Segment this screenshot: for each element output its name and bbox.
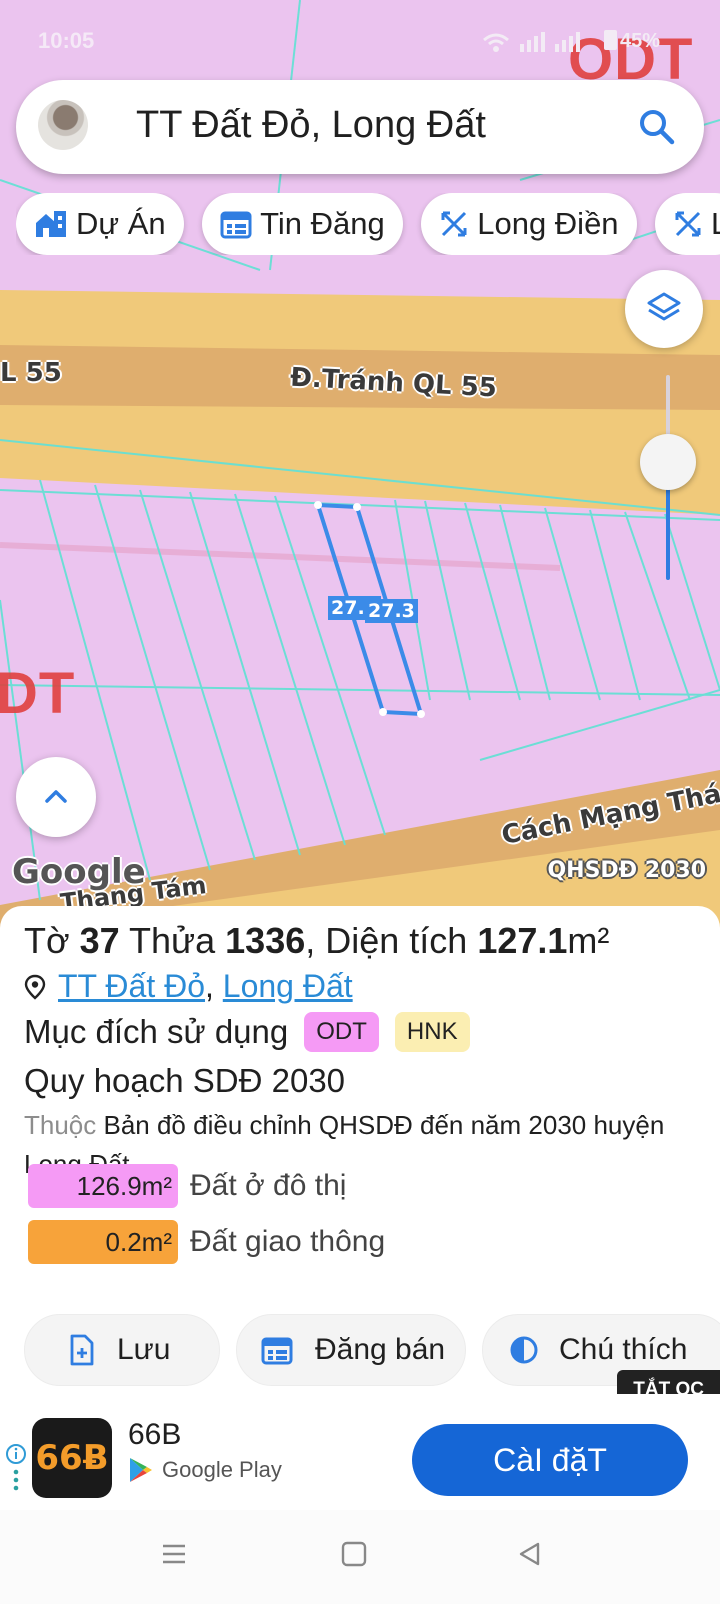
plan-title: Quy hoạch SDĐ 2030 <box>24 1062 346 1099</box>
land-use-purpose: Mục đích sử dụng ODT HNK <box>24 1010 470 1054</box>
action-buttons: Lưu Đăng bán Chú thích <box>0 1314 720 1386</box>
chip-label: L <box>711 206 720 241</box>
search-icon[interactable] <box>636 106 678 148</box>
zoom-slider-knob[interactable] <box>640 434 696 490</box>
ad-store: Google Play <box>128 1456 282 1484</box>
layers-icon <box>647 292 681 321</box>
ruler-cross-icon <box>675 211 701 237</box>
legend-label: Chú thích <box>559 1333 688 1366</box>
location-town-link[interactable]: TT Đất Đỏ <box>58 968 205 1004</box>
badge-hnk: HNK <box>394 1012 470 1052</box>
chip-long-dien[interactable]: Long Điền <box>421 193 637 255</box>
search-bar[interactable]: TT Đất Đỏ, Long Đất <box>16 80 704 174</box>
parcel-title: Tờ 37 Thửa 1336, Diện tích 127.1m² <box>24 920 609 962</box>
area-value-urban: 126.9m² <box>28 1164 178 1208</box>
parcel-location: TT Đất Đỏ, Long Đất <box>24 968 353 1005</box>
ad-banner[interactable]: 66Ƀ 66B Google Play CàI đặT <box>0 1394 720 1510</box>
chip-label: Long Điền <box>477 206 619 241</box>
system-nav-bar <box>0 1510 720 1604</box>
status-bar: 10:05 45% <box>0 0 720 80</box>
post-sale-button[interactable]: Đăng bán <box>236 1314 466 1386</box>
avatar[interactable] <box>38 100 88 150</box>
ad-info-icon[interactable] <box>6 1442 26 1498</box>
location-pin-icon <box>24 974 46 1000</box>
ad-app-name: 66B <box>128 1418 182 1451</box>
title-prefix: Tờ <box>24 920 80 961</box>
ruler-cross-icon <box>441 211 467 237</box>
ad-app-icon[interactable]: 66Ƀ <box>32 1418 112 1498</box>
area-value-traffic: 0.2m² <box>28 1220 178 1264</box>
ad-store-label: Google Play <box>162 1457 282 1482</box>
save-label: Lưu <box>117 1333 171 1366</box>
location-district-link[interactable]: Long Đất <box>223 968 353 1004</box>
post-sale-label: Đăng bán <box>315 1333 446 1366</box>
google-attribution: Google <box>12 852 146 892</box>
area-label: , Diện tích <box>305 920 478 961</box>
area-label-traffic: Đất giao thông <box>190 1225 386 1258</box>
home-icon[interactable] <box>340 1540 368 1568</box>
location-separator: , <box>205 968 223 1004</box>
install-button[interactable]: CàI đặT <box>412 1424 688 1496</box>
layers-button[interactable] <box>625 270 703 348</box>
google-play-icon <box>130 1458 152 1482</box>
area-unit: m² <box>567 920 610 961</box>
chip-du-an[interactable]: Dự Án <box>16 193 184 255</box>
purpose-label: Mục đích sử dụng <box>24 1013 289 1050</box>
badge-odt: ODT <box>304 1012 379 1052</box>
road-label-ql55: L 55 <box>0 358 62 388</box>
chip-tin-dang[interactable]: Tin Đăng <box>202 193 403 255</box>
parcel-number: 1336 <box>225 920 306 961</box>
battery-level: 45% <box>619 30 660 52</box>
chevron-up-icon <box>45 790 67 803</box>
expand-sheet-button[interactable] <box>16 757 96 837</box>
dimension-label-right: 27.3 <box>365 599 418 623</box>
parcel-info-sheet: Tờ 37 Thửa 1336, Diện tích 127.1m² TT Đấ… <box>0 906 720 1394</box>
chip-label: Dự Án <box>76 206 166 241</box>
save-button[interactable]: Lưu <box>24 1314 220 1386</box>
filter-chips: Dự Án Tin Đăng Long Điền L <box>16 193 720 255</box>
calendar-listing-icon <box>261 1337 293 1365</box>
title-mid: Thửa <box>119 920 226 961</box>
desc-prefix: Thuộc <box>24 1110 97 1140</box>
chip-partial[interactable]: L <box>655 193 720 255</box>
contrast-icon <box>510 1336 538 1364</box>
area-row-traffic: 0.2m² Đất giao thông <box>28 1220 385 1264</box>
back-icon[interactable] <box>516 1540 544 1568</box>
home-building-icon <box>36 211 66 237</box>
zone-label-dt: DT <box>0 661 76 726</box>
save-file-icon <box>70 1334 94 1366</box>
sheet-number: 37 <box>79 920 120 961</box>
menu-icon[interactable] <box>160 1540 188 1568</box>
area-label-urban: Đất ở đô thị <box>190 1169 347 1202</box>
layer-tag: QHSDĐ 2030 <box>547 858 706 883</box>
status-time: 10:05 <box>38 28 95 53</box>
listing-icon <box>220 211 252 239</box>
area-row-urban: 126.9m² Đất ở đô thị <box>28 1164 346 1208</box>
area-value: 127.1 <box>477 920 568 961</box>
battery-icon <box>603 30 617 50</box>
chip-label: Tin Đăng <box>260 206 385 241</box>
search-input[interactable]: TT Đất Đỏ, Long Đất <box>136 104 486 147</box>
battery-indicator: 45% <box>603 30 660 53</box>
signal-icon <box>483 32 580 52</box>
